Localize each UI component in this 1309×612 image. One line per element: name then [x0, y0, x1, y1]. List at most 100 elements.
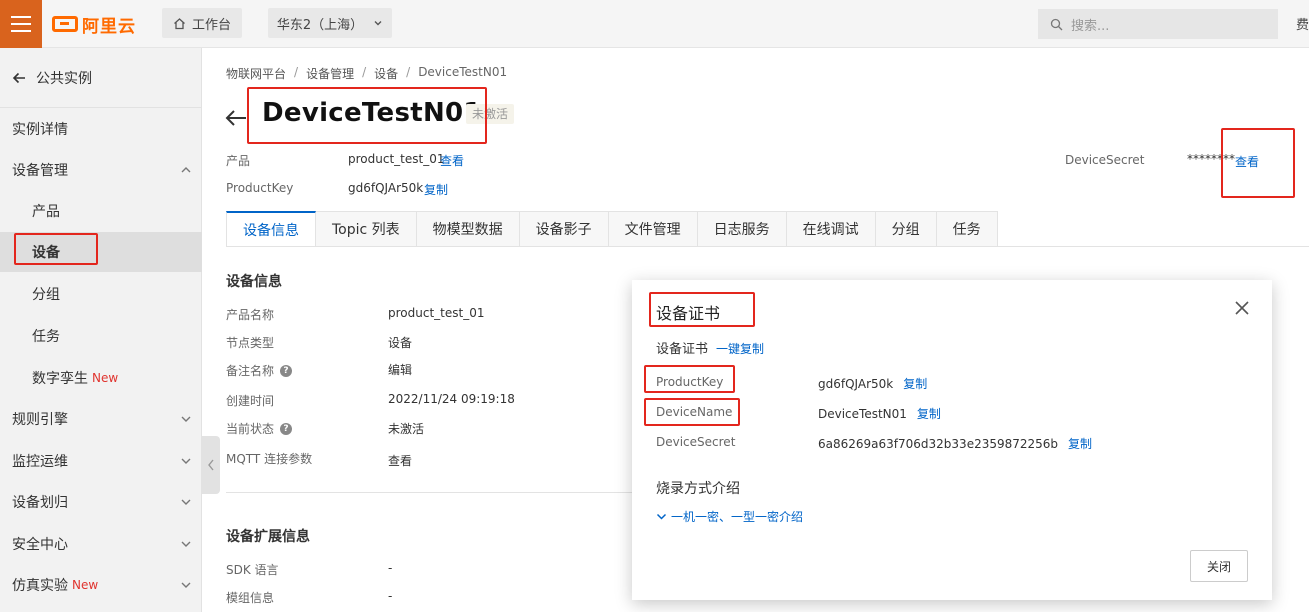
sidebar: 公共实例 实例详情 设备管理 产品 设备 分组 任务 数字孪生 New 规则引擎…	[0, 48, 202, 612]
sidebar-item-monitoring[interactable]: 监控运维	[0, 441, 202, 481]
search-input[interactable]: 搜索...	[1038, 9, 1278, 39]
tab-online-debug[interactable]: 在线调试	[786, 211, 876, 247]
top-bar: 阿里云 工作台 华东2（上海） 搜索... 费	[0, 0, 1309, 48]
sidebar-item-label: 安全中心	[12, 537, 68, 553]
sidebar-item-simulation[interactable]: 仿真实验 New	[0, 565, 202, 605]
sidebar-item-label: 设备划归	[12, 495, 68, 511]
field-label-created-time: 创建时间	[226, 392, 274, 409]
search-icon	[1050, 18, 1063, 30]
productkey-copy-link[interactable]: 复制	[424, 181, 448, 198]
tab-topic-list[interactable]: Topic 列表	[316, 211, 417, 247]
devicesecret-masked: ********	[1187, 152, 1235, 166]
field-value-current-status: 未激活	[388, 422, 425, 436]
tabs-divider	[226, 246, 1309, 247]
back-arrow-icon[interactable]	[224, 106, 248, 130]
copy-devicesecret-link[interactable]: 复制	[1068, 435, 1092, 452]
copy-all-link[interactable]: 一键复制	[716, 340, 764, 357]
chevron-down-icon	[181, 416, 191, 422]
help-icon[interactable]: ?	[280, 364, 293, 377]
sidebar-item-device-assign[interactable]: 设备划归	[0, 482, 202, 522]
sidebar-item-rule-engine[interactable]: 规则引擎	[0, 399, 202, 439]
sidebar-item-group[interactable]: 分组	[0, 274, 202, 314]
close-icon[interactable]	[1234, 300, 1250, 316]
product-label: 产品	[226, 154, 251, 168]
sidebar-item-digital-twin[interactable]: 数字孪生 New	[0, 358, 202, 398]
cert-value-text: DeviceTestN01	[818, 407, 907, 421]
tab-log-service[interactable]: 日志服务	[697, 211, 787, 247]
page-title: DeviceTestN01	[262, 98, 482, 128]
field-value-module-info: -	[388, 589, 393, 603]
arrow-left-icon	[12, 72, 25, 83]
sidebar-item-label: 设备	[32, 245, 60, 261]
sidebar-back-button[interactable]: 公共实例	[0, 48, 201, 108]
field-value-product-name: product_test_01	[388, 306, 485, 320]
chevron-down-icon	[181, 499, 191, 505]
field-label-sdk-language: SDK 语言	[226, 561, 279, 578]
sidebar-collapse-handle[interactable]	[202, 436, 220, 494]
burn-method-link: 一机一密、一型一密介绍	[671, 510, 804, 524]
hamburger-menu-icon[interactable]	[0, 0, 42, 48]
topbar-clipped-text[interactable]: 费	[1296, 14, 1309, 33]
new-badge: New	[92, 371, 119, 385]
status-badge: 未激活	[466, 104, 515, 124]
devicesecret-view-link[interactable]: 查看	[1235, 153, 1259, 170]
tab-bar: 设备信息 Topic 列表 物模型数据 设备影子 文件管理 日志服务 在线调试 …	[226, 211, 998, 247]
field-label-text: 节点类型	[226, 336, 275, 350]
field-label-text: 模组信息	[226, 591, 275, 605]
sidebar-item-label: 监控运维	[12, 454, 68, 470]
productkey-value: gd6fQJAr50k	[348, 181, 424, 195]
device-ext-info-heading: 设备扩展信息	[226, 529, 310, 545]
sidebar-item-task[interactable]: 任务	[0, 316, 202, 356]
tab-device-info[interactable]: 设备信息	[226, 211, 316, 247]
breadcrumb-item[interactable]: 设备管理	[306, 65, 354, 82]
breadcrumb-item[interactable]: 物联网平台	[226, 65, 286, 82]
field-label-text: 产品名称	[226, 308, 275, 322]
cert-value-text: 6a86269a63f706d32b33e2359872256b	[818, 437, 1059, 451]
chevron-down-icon	[374, 21, 382, 26]
burn-method-expand[interactable]: 一机一密、一型一密介绍	[656, 508, 803, 525]
sidebar-item-product[interactable]: 产品	[0, 191, 202, 231]
sidebar-item-instance-detail[interactable]: 实例详情	[0, 109, 202, 149]
tab-file-management[interactable]: 文件管理	[608, 211, 698, 247]
cert-label-productkey: ProductKey	[656, 375, 724, 389]
product-view-link[interactable]: 查看	[440, 152, 464, 169]
region-select[interactable]: 华东2（上海）	[268, 8, 392, 38]
sidebar-item-label: 仿真实验	[12, 578, 68, 594]
mqtt-params-view-link[interactable]: 查看	[388, 452, 412, 469]
cert-value-devicesecret: 6a86269a63f706d32b33e2359872256b 复制	[818, 435, 1092, 452]
remark-edit-link[interactable]: 编辑	[388, 361, 412, 378]
tab-thing-model-data[interactable]: 物模型数据	[416, 211, 520, 247]
sidebar-item-device-management[interactable]: 设备管理	[0, 150, 202, 190]
copy-productkey-link[interactable]: 复制	[903, 375, 927, 392]
field-label-mqtt-params: MQTT 连接参数	[226, 450, 312, 467]
new-badge: New	[72, 578, 99, 592]
tab-group[interactable]: 分组	[875, 211, 937, 247]
tab-task[interactable]: 任务	[936, 211, 998, 247]
sidebar-item-security-center[interactable]: 安全中心	[0, 524, 202, 564]
field-label-node-type: 节点类型	[226, 334, 274, 351]
productkey-label: ProductKey	[226, 181, 294, 195]
field-label-product-name: 产品名称	[226, 306, 274, 323]
workbench-button[interactable]: 工作台	[162, 8, 242, 38]
breadcrumb-current: DeviceTestN01	[418, 65, 508, 79]
field-value-sdk-language: -	[388, 561, 393, 575]
field-label-text: MQTT 连接参数	[226, 452, 313, 466]
sidebar-item-label: 实例详情	[12, 122, 68, 138]
devicesecret-label: DeviceSecret	[1065, 153, 1145, 167]
chevron-down-icon	[181, 458, 191, 464]
sidebar-item-label: 规则引擎	[12, 412, 68, 428]
region-label: 华东2（上海）	[276, 17, 364, 33]
breadcrumb-item[interactable]: 设备	[374, 65, 398, 82]
help-icon[interactable]: ?	[280, 422, 293, 435]
field-label-text: 当前状态	[226, 422, 275, 436]
tab-device-shadow[interactable]: 设备影子	[519, 211, 609, 247]
field-label-remark-name: 备注名称 ?	[226, 362, 293, 379]
cert-label-devicename: DeviceName	[656, 405, 733, 419]
workbench-label: 工作台	[191, 17, 231, 33]
sidebar-item-device[interactable]: 设备	[0, 232, 202, 272]
field-label-text: SDK 语言	[226, 563, 279, 577]
aliyun-logo[interactable]: 阿里云	[52, 12, 136, 37]
close-button[interactable]: 关闭	[1190, 550, 1248, 582]
copy-devicename-link[interactable]: 复制	[917, 405, 941, 422]
chevron-left-icon	[208, 459, 214, 471]
